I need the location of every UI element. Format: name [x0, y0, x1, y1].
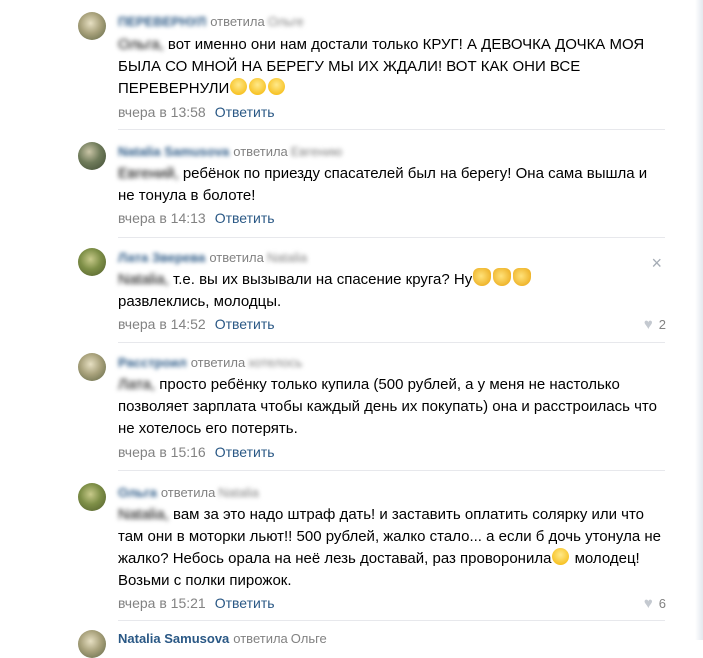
comment-text: Natalia, вам за это надо штраф дать! и з… — [118, 504, 663, 592]
reply-button[interactable]: Ответить — [215, 595, 275, 611]
divider — [118, 620, 665, 621]
comment-time[interactable]: вчера в 13:58 — [118, 104, 206, 120]
like-button[interactable]: ♥ 2 — [644, 316, 666, 333]
comment-meta: вчера в 13:58 Ответить — [118, 104, 275, 120]
rofl-emoji — [230, 78, 248, 95]
reply-button[interactable]: Ответить — [215, 444, 275, 460]
comment-meta: вчера в 15:16 Ответить — [118, 444, 275, 460]
reply-to[interactable]: Евгению — [291, 144, 342, 159]
comment-header: Расстроил ответила хотелось — [118, 355, 302, 370]
comment-item: Natalia Samusova ответила Евгению Евгений,… — [0, 142, 680, 237]
comment-addressee[interactable]: Natalia, — [118, 506, 169, 523]
reply-label: ответила — [233, 631, 288, 646]
reply-label: ответила — [209, 250, 264, 265]
reply-label: ответила — [210, 14, 265, 29]
heart-icon: ♥ — [643, 316, 653, 333]
clap-emoji — [493, 268, 512, 286]
comment-time[interactable]: вчера в 14:13 — [118, 210, 206, 226]
comment-header: Лата Зверева ответила Natalia — [118, 250, 307, 265]
reply-to[interactable]: Natalia — [218, 485, 258, 500]
comment-body: ребёнок по приезду спасателей был на бер… — [118, 165, 648, 204]
reply-button[interactable]: Ответить — [215, 210, 275, 226]
comment-author[interactable]: ПЕРЕВЕРНУЛ — [118, 14, 206, 29]
page-edge — [695, 0, 703, 640]
clap-emoji — [513, 268, 532, 286]
grimace-emoji — [552, 548, 570, 565]
comment-header: Natalia Samusova ответила Евгению — [118, 144, 342, 159]
reply-to[interactable]: Ольге — [291, 631, 327, 646]
comment-body: вот именно они нам достали только КРУГ! … — [118, 36, 645, 97]
reply-label: ответила — [190, 355, 246, 370]
reply-button[interactable]: Ответить — [215, 104, 275, 120]
comment-item: Лата Зверева ответила Natalia × Natalia, т… — [0, 248, 680, 340]
reply-to[interactable]: Natalia — [267, 250, 307, 265]
divider — [118, 470, 665, 471]
reply-label: ответила — [160, 485, 216, 500]
divider — [118, 342, 665, 343]
comment-text: Лата, просто ребёнку только купила (500 … — [118, 374, 663, 440]
comment-time[interactable]: вчера в 15:21 — [118, 595, 206, 611]
comment-text: Ольга, вот именно они нам достали только… — [118, 34, 663, 100]
divider — [118, 129, 665, 130]
rofl-emoji — [268, 78, 286, 95]
comment-body-continued: развлеклись, молодцы. — [118, 293, 282, 310]
avatar[interactable] — [78, 142, 106, 170]
comment-header: Natalia Samusova ответила Ольге — [118, 631, 327, 646]
clap-emoji — [473, 268, 492, 286]
comment-item: Расстроил ответила хотелось Лата, просто р… — [0, 353, 680, 471]
reply-label: ответила — [233, 144, 288, 159]
like-count: 6 — [658, 596, 666, 611]
comment-item: ПЕРЕВЕРНУЛ ответила Ольге Ольга, вот именн… — [0, 12, 680, 130]
comment-author[interactable]: Natalia Samusova — [118, 144, 229, 159]
divider — [118, 237, 665, 238]
reply-to[interactable]: Ольге — [268, 14, 304, 29]
comment-meta: вчера в 15:21 Ответить — [118, 595, 275, 611]
comment-author[interactable]: Лата Зверева — [118, 250, 205, 265]
comment-text: Евгений, ребёнок по приезду спасателей б… — [118, 163, 663, 207]
comment-time[interactable]: вчера в 15:16 — [118, 444, 206, 460]
comment-body: просто ребёнку только купила (500 рублей… — [118, 376, 657, 437]
comment-author[interactable]: Natalia Samusova — [118, 631, 229, 646]
comment-author[interactable]: Ольга — [118, 485, 157, 500]
avatar[interactable] — [78, 630, 106, 658]
comment-text: Natalia, т.е. вы их вызывали на спасение… — [118, 268, 663, 313]
comment-meta: вчера в 14:13 Ответить — [118, 210, 275, 226]
comment-time[interactable]: вчера в 14:52 — [118, 316, 206, 332]
like-count: 2 — [658, 317, 666, 332]
comment-item: Ольга ответила Natalia Natalia, вам за это… — [0, 483, 680, 623]
avatar[interactable] — [78, 12, 106, 40]
comment-addressee[interactable]: Natalia, — [118, 271, 169, 288]
comment-body: т.е. вы их вызывали на спасение круга? Н… — [173, 271, 473, 288]
comment-addressee[interactable]: Лата, — [118, 376, 155, 393]
comment-author[interactable]: Расстроил — [118, 355, 187, 370]
comment-meta: вчера в 14:52 Ответить — [118, 316, 275, 332]
heart-icon: ♥ — [643, 595, 653, 612]
comment-header: Ольга ответила Natalia — [118, 485, 259, 500]
comment-addressee[interactable]: Ольга, — [118, 36, 164, 53]
avatar[interactable] — [78, 353, 106, 381]
comment-item: Natalia Samusova ответила Ольге — [0, 630, 680, 658]
avatar[interactable] — [78, 483, 106, 511]
reply-to[interactable]: хотелось — [248, 355, 302, 370]
rofl-emoji — [249, 78, 267, 95]
comment-addressee[interactable]: Евгений, — [118, 165, 179, 182]
like-button[interactable]: ♥ 6 — [644, 595, 666, 612]
comment-header: ПЕРЕВЕРНУЛ ответила Ольге — [118, 14, 304, 29]
reply-button[interactable]: Ответить — [215, 316, 275, 332]
avatar[interactable] — [78, 248, 106, 276]
